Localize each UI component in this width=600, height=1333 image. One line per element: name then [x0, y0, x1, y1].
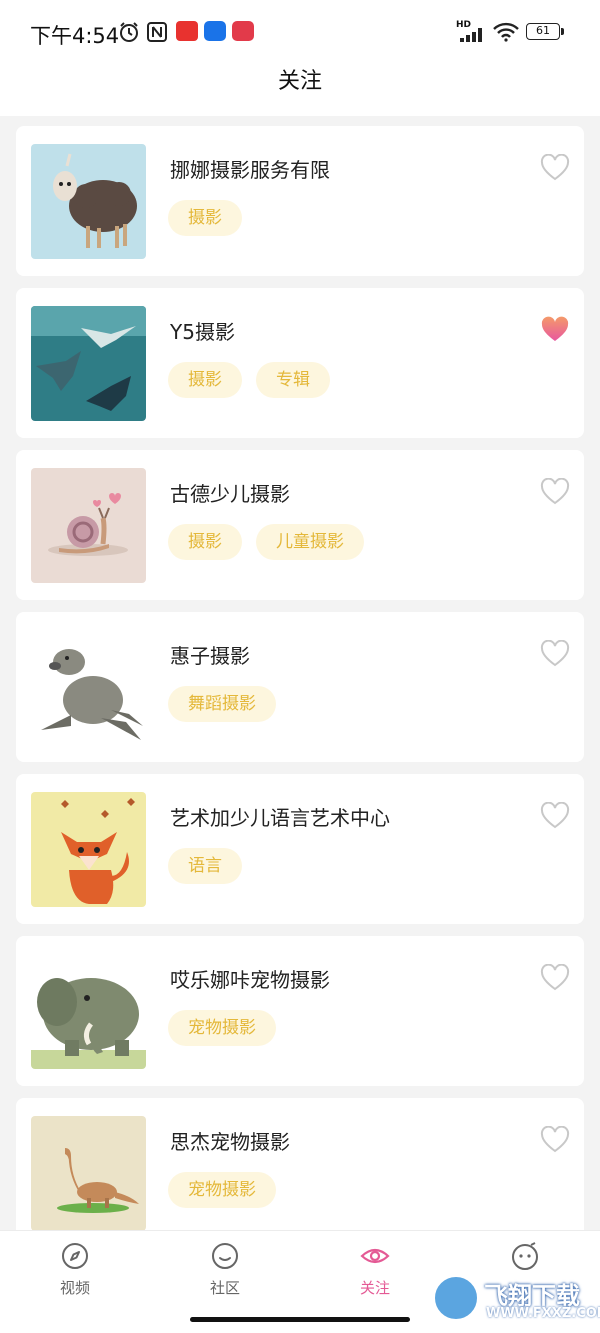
item-tags: 宠物摄影 — [168, 1010, 276, 1046]
tab-community[interactable]: 社区 — [185, 1241, 265, 1298]
watermark-logo-icon — [432, 1274, 480, 1322]
item-tag: 摄影 — [168, 200, 242, 236]
item-tags: 舞蹈摄影 — [168, 686, 276, 722]
item-tag: 儿童摄影 — [256, 524, 364, 560]
home-indicator[interactable] — [190, 1317, 410, 1322]
status-time: 下午4:54 — [30, 24, 120, 48]
item-tags: 摄影 儿童摄影 — [168, 524, 364, 560]
list-item[interactable]: 哎乐娜咔宠物摄影 宠物摄影 — [16, 936, 584, 1086]
header: 关注 — [0, 64, 600, 116]
follow-list: 挪娜摄影服务有限 摄影 Y5摄影 摄影 专辑 古德少儿摄影 摄影 儿童摄影 惠子… — [16, 126, 584, 1260]
tab-label: 社区 — [209, 1279, 240, 1297]
heart-icon[interactable] — [540, 478, 570, 506]
item-title: 哎乐娜咔宠物摄影 — [170, 968, 330, 992]
signal-icon — [460, 28, 482, 42]
heart-icon[interactable] — [540, 1126, 570, 1154]
list-item[interactable]: Y5摄影 摄影 专辑 — [16, 288, 584, 438]
item-tag: 摄影 — [168, 362, 242, 398]
item-tags: 语言 — [168, 848, 242, 884]
manta-rays-illustration — [31, 306, 146, 421]
page-title: 关注 — [277, 69, 322, 94]
watermark: 飞翔下载 WWW.FXXZ.COM — [432, 1274, 600, 1324]
item-thumbnail — [31, 630, 146, 745]
smile-icon — [212, 1243, 238, 1269]
item-title: 思杰宠物摄影 — [170, 1130, 290, 1154]
tab-follow[interactable]: 关注 — [335, 1241, 415, 1298]
nfc-icon — [147, 22, 167, 42]
list-item[interactable]: 古德少儿摄影 摄影 儿童摄影 — [16, 450, 584, 600]
list-item[interactable]: 艺术加少儿语言艺术中心 语言 — [16, 774, 584, 924]
face-icon — [512, 1242, 538, 1270]
item-tag: 舞蹈摄影 — [168, 686, 276, 722]
tab-profile[interactable] — [485, 1241, 565, 1277]
list-item[interactable]: 挪娜摄影服务有限 摄影 — [16, 126, 584, 276]
sheep-illustration — [31, 144, 146, 259]
snail-illustration — [31, 468, 146, 583]
app-notification-icon — [176, 21, 198, 41]
item-tag: 摄影 — [168, 524, 242, 560]
heart-icon[interactable] — [540, 640, 570, 668]
app-notification-icon — [232, 21, 254, 41]
item-thumbnail — [31, 792, 146, 907]
tab-video[interactable]: 视频 — [35, 1241, 115, 1298]
battery-indicator: 61 — [526, 23, 564, 40]
compass-icon — [62, 1243, 88, 1269]
heart-filled-icon[interactable] — [540, 316, 570, 344]
wifi-icon — [493, 22, 519, 42]
sea-lion-illustration — [31, 630, 146, 745]
item-thumbnail — [31, 1116, 146, 1231]
item-thumbnail — [31, 144, 146, 259]
app-notification-icon — [204, 21, 226, 41]
item-tags: 宠物摄影 — [168, 1172, 276, 1208]
item-tag: 语言 — [168, 848, 242, 884]
item-title: 惠子摄影 — [170, 644, 250, 668]
item-thumbnail — [31, 954, 146, 1069]
list-item[interactable]: 思杰宠物摄影 宠物摄影 — [16, 1098, 584, 1248]
heart-icon[interactable] — [540, 154, 570, 182]
item-tag: 专辑 — [256, 362, 330, 398]
item-title: 挪娜摄影服务有限 — [170, 158, 330, 182]
item-title: 艺术加少儿语言艺术中心 — [170, 806, 390, 830]
item-tag: 宠物摄影 — [168, 1010, 276, 1046]
status-bar: 下午4:54 HD 61 — [0, 0, 600, 64]
item-title: Y5摄影 — [170, 320, 235, 344]
eye-icon — [360, 1248, 390, 1264]
tab-label: 视频 — [59, 1279, 90, 1297]
elephant-illustration — [31, 954, 146, 1069]
item-thumbnail — [31, 306, 146, 421]
item-tags: 摄影 专辑 — [168, 362, 330, 398]
item-tag: 宠物摄影 — [168, 1172, 276, 1208]
heart-icon[interactable] — [540, 802, 570, 830]
fox-illustration — [31, 792, 146, 907]
dinosaur-illustration — [31, 1116, 146, 1231]
tab-label: 关注 — [359, 1279, 390, 1297]
heart-icon[interactable] — [540, 964, 570, 992]
item-thumbnail — [31, 468, 146, 583]
watermark-url: WWW.FXXZ.COM — [486, 1306, 600, 1321]
list-item[interactable]: 惠子摄影 舞蹈摄影 — [16, 612, 584, 762]
alarm-icon — [120, 22, 138, 42]
item-title: 古德少儿摄影 — [170, 482, 290, 506]
item-tags: 摄影 — [168, 200, 242, 236]
